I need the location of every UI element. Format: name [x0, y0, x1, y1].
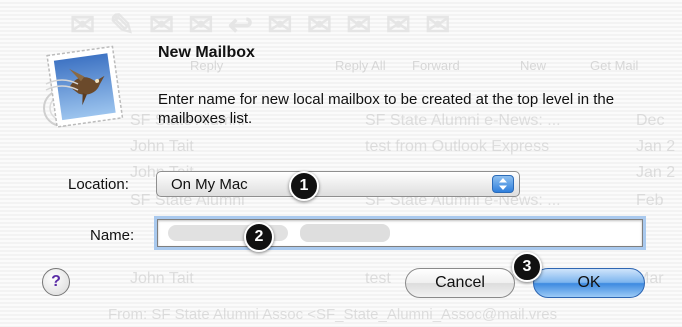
- backdrop-row-date: Dec: [636, 112, 665, 129]
- dialog-message: Enter name for new local mailbox to be c…: [158, 91, 615, 127]
- name-label: Name:: [90, 227, 135, 244]
- help-icon: ?: [51, 273, 61, 290]
- backdrop-toolbar-item: New: [520, 58, 547, 73]
- backdrop-row-date: Jan 2: [636, 164, 676, 181]
- backdrop-row-subject: test: [365, 270, 391, 287]
- location-popup[interactable]: On My Mac: [156, 171, 520, 197]
- backdrop-row-from: John Tait: [130, 138, 194, 155]
- backdrop-toolbar-item: Reply All: [335, 58, 386, 73]
- blurred-text: [300, 224, 390, 242]
- step-badge-3: 3: [512, 252, 542, 282]
- backdrop-row-subject: test from Outlook Express: [365, 138, 550, 155]
- location-popup-value: On My Mac: [171, 176, 248, 193]
- cancel-button[interactable]: Cancel: [405, 268, 515, 298]
- ok-button-label: OK: [577, 274, 601, 291]
- backdrop-toolbar-item: Forward: [412, 58, 460, 73]
- cancel-button-label: Cancel: [435, 274, 485, 291]
- backdrop-footer: From: SF State Alumni Assoc <SF_State_Al…: [108, 306, 558, 323]
- backdrop-row-date: Jan 2: [636, 138, 676, 155]
- dialog-title: New Mailbox: [158, 44, 255, 61]
- location-label: Location:: [68, 176, 129, 193]
- step-badge-2: 2: [244, 222, 274, 252]
- popup-arrows-icon: [492, 175, 514, 193]
- backdrop-toolbar-icons: ✉ ✎ ✉ ✉ ↩ ✉ ✉ ✉ ✉ ✉: [70, 9, 454, 42]
- backdrop-toolbar-item: Get Mail: [590, 58, 639, 73]
- mail-stamp-eagle-icon: [43, 45, 124, 128]
- ok-button[interactable]: OK: [533, 268, 645, 298]
- step-badge-1: 1: [289, 171, 319, 201]
- backdrop-row-from: John Tait: [130, 270, 194, 287]
- help-button[interactable]: ?: [42, 268, 70, 296]
- backdrop-row-date: Feb: [636, 192, 664, 209]
